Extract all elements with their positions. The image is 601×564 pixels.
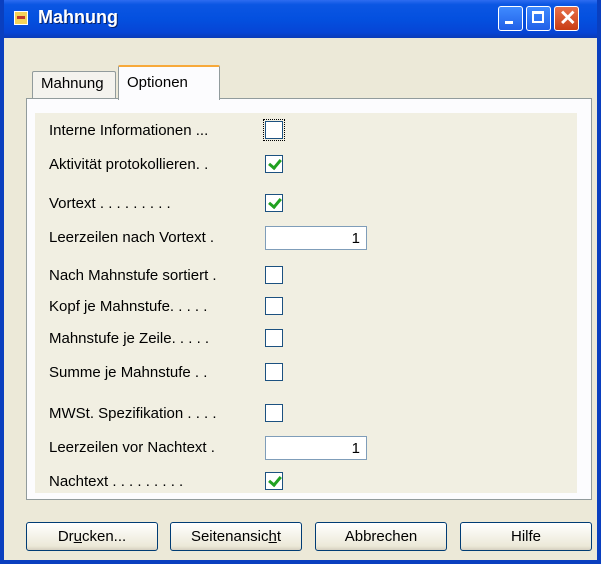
option-checkbox[interactable] bbox=[265, 297, 283, 315]
option-label: Nachtext . . . . . . . . . bbox=[49, 473, 184, 490]
option-checkbox[interactable] bbox=[265, 472, 283, 490]
option-checkbox[interactable] bbox=[263, 119, 285, 141]
option-number-field[interactable]: 1 bbox=[265, 226, 367, 250]
option-checkbox[interactable] bbox=[265, 155, 283, 173]
option-label: Leerzeilen vor Nachtext . bbox=[49, 439, 215, 456]
preview-button[interactable]: Seitenansicht bbox=[170, 522, 302, 551]
options-panel: Interne Informationen ... Aktivität proto… bbox=[26, 98, 592, 500]
print-label-a: Dr bbox=[57, 528, 74, 545]
option-label: Aktivität protokollieren. . bbox=[49, 156, 209, 173]
checkmark-icon bbox=[268, 194, 282, 210]
option-checkbox[interactable] bbox=[265, 266, 283, 284]
close-button[interactable]: ✕ bbox=[554, 6, 579, 31]
checkmark-icon bbox=[268, 155, 282, 171]
option-checkbox[interactable] bbox=[265, 329, 283, 347]
maximize-button[interactable] bbox=[526, 6, 551, 31]
preview-label-a: Seitenansic bbox=[190, 528, 269, 545]
close-icon: ✕ bbox=[559, 7, 577, 30]
checkmark-icon bbox=[268, 472, 282, 488]
option-label: Mahnstufe je Zeile. . . . . bbox=[49, 330, 210, 347]
option-label: Vortext . . . . . . . . . bbox=[49, 195, 171, 212]
print-hotkey: u bbox=[73, 528, 82, 545]
tab-mahnung[interactable]: Mahnung bbox=[32, 71, 116, 99]
option-label: Interne Informationen ... bbox=[49, 122, 209, 139]
title-bar[interactable]: Mahnung ✕ bbox=[4, 0, 597, 38]
option-label: Leerzeilen nach Vortext . bbox=[49, 229, 215, 246]
option-label: Nach Mahnstufe sortiert . bbox=[49, 267, 217, 284]
help-button[interactable]: Hilfe bbox=[460, 522, 592, 551]
cancel-button[interactable]: Abbrechen bbox=[315, 522, 447, 551]
preview-label-b: t bbox=[276, 528, 282, 545]
option-checkbox[interactable] bbox=[265, 404, 283, 422]
tab-optionen[interactable]: Optionen bbox=[118, 65, 220, 100]
option-number-field[interactable]: 1 bbox=[265, 436, 367, 460]
options-area: Interne Informationen ... Aktivität proto… bbox=[35, 113, 577, 493]
window-title: Mahnung bbox=[38, 7, 118, 27]
minimize-icon bbox=[505, 21, 513, 24]
option-checkbox[interactable] bbox=[265, 194, 283, 212]
minimize-button[interactable] bbox=[498, 6, 523, 31]
print-button[interactable]: Drucken... bbox=[26, 522, 158, 551]
option-label: Kopf je Mahnstufe. . . . . bbox=[49, 298, 208, 315]
preview-hotkey: h bbox=[268, 528, 277, 545]
option-label: MWSt. Spezifikation . . . . bbox=[49, 405, 217, 422]
maximize-icon bbox=[532, 11, 544, 23]
option-label: Summe je Mahnstufe . . bbox=[49, 364, 208, 381]
print-label-b: cken... bbox=[81, 528, 127, 545]
app-icon bbox=[14, 11, 28, 25]
option-checkbox[interactable] bbox=[265, 363, 283, 381]
